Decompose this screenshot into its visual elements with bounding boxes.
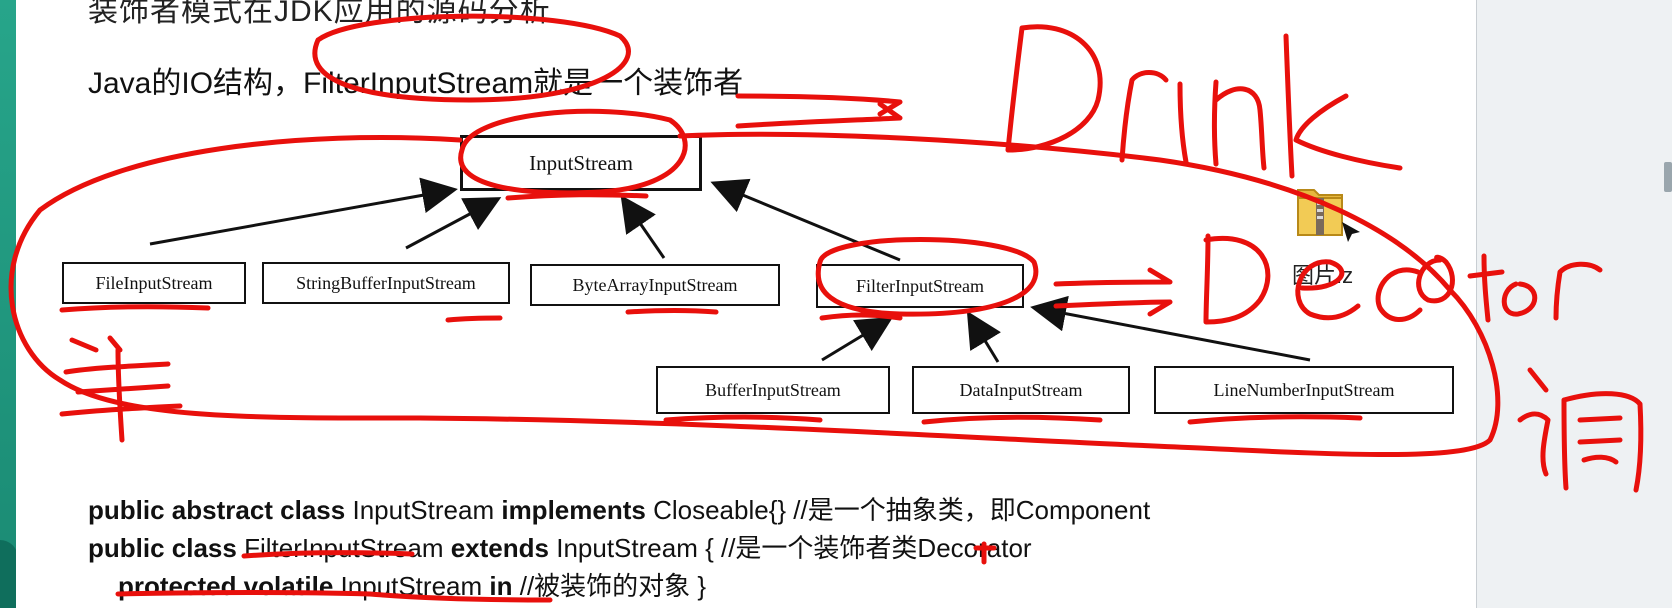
slide-top-text: 装饰者模式在JDK应用的源码分析	[88, 0, 551, 28]
desktop-file-label[interactable]: 图片.z	[1292, 258, 1353, 290]
class-box-stringbufferinputstream: StringBufferInputStream	[262, 262, 510, 304]
code-keyword: public class	[88, 533, 237, 563]
desktop-area	[1476, 0, 1672, 608]
code-keyword: extends	[450, 533, 549, 563]
class-box-bufferinputstream: BufferInputStream	[656, 366, 890, 414]
code-keyword: in	[489, 571, 513, 601]
code-keyword: public abstract class	[88, 495, 346, 525]
code-line-1: public abstract class InputStream implem…	[88, 490, 1150, 527]
class-box-linenumberinputstream: LineNumberInputStream	[1154, 366, 1454, 414]
scrollbar-marker[interactable]	[1664, 162, 1672, 192]
class-box-fileinputstream: FileInputStream	[62, 262, 246, 304]
code-rest: //被装饰的对象 }	[519, 571, 707, 601]
folder-zip-icon[interactable]	[1294, 182, 1346, 240]
code-rest: InputStream { //是一个装饰者类Decorator	[556, 533, 1032, 563]
class-box-filterinputstream: FilterInputStream	[816, 264, 1024, 308]
code-identifier: InputStream	[340, 571, 483, 601]
code-rest: Closeable{} //是一个抽象类，即Component	[653, 495, 1151, 525]
code-keyword: protected volatile	[118, 571, 334, 601]
code-line-3: protected volatile InputStream in //被装饰的…	[118, 566, 706, 603]
class-box-datainputstream: DataInputStream	[912, 366, 1130, 414]
class-box-bytearrayinputstream: ByteArrayInputStream	[530, 264, 780, 306]
code-keyword: implements	[501, 495, 646, 525]
slide-heading: Java的IO结构，FilterInputStream就是一个装饰者	[88, 67, 744, 100]
code-identifier: FilterInputStream	[244, 533, 444, 563]
class-box-inputstream: InputStream	[460, 135, 702, 191]
slide-frame-left	[0, 0, 16, 608]
code-line-2: public class FilterInputStream extends I…	[88, 528, 1032, 565]
code-identifier: InputStream	[352, 495, 495, 525]
